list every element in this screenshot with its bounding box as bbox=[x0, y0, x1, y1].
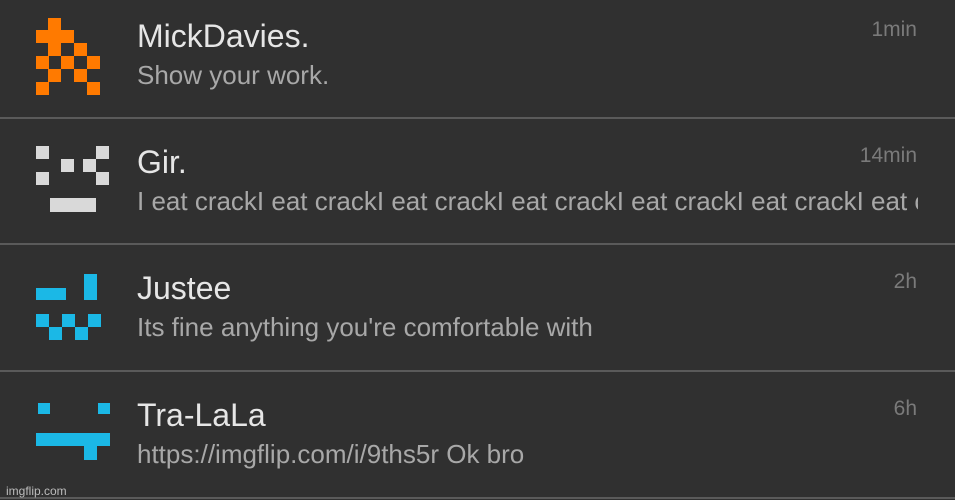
divider bbox=[0, 117, 955, 119]
timestamp: 14min bbox=[859, 144, 917, 167]
notification-item[interactable]: MickDavies. Show your work. 1min bbox=[0, 0, 955, 119]
timestamp: 6h bbox=[893, 397, 917, 420]
message-preview: https://imgflip.com/i/9ths5r Ok bro bbox=[137, 439, 525, 469]
divider bbox=[0, 497, 955, 499]
sender-name: Tra-LaLa bbox=[137, 397, 266, 433]
message-preview: Show your work. bbox=[137, 60, 330, 90]
divider bbox=[0, 243, 955, 245]
timestamp: 2h bbox=[893, 270, 917, 293]
message-preview: I eat crackI eat crackI eat crackI eat c… bbox=[137, 186, 918, 216]
blue-pixel-face-icon bbox=[36, 274, 112, 354]
notification-item[interactable]: Gir. I eat crackI eat crackI eat crackI … bbox=[0, 120, 955, 245]
notification-item[interactable]: Justee Its fine anything you're comforta… bbox=[0, 246, 955, 371]
timestamp: 1min bbox=[871, 18, 917, 41]
sender-name: Justee bbox=[137, 270, 232, 306]
divider bbox=[0, 370, 955, 372]
sender-name: Gir. bbox=[137, 144, 187, 180]
notification-item[interactable]: Tra-LaLa https://imgflip.com/i/9ths5r Ok… bbox=[0, 373, 955, 498]
orange-pixel-face-icon bbox=[36, 18, 112, 98]
blue-pixel-face-icon bbox=[36, 403, 112, 483]
sender-name: MickDavies. bbox=[137, 18, 310, 54]
gray-pixel-face-icon bbox=[36, 146, 112, 226]
notification-list: MickDavies. Show your work. 1min Gir. I … bbox=[0, 0, 955, 500]
message-preview: Its fine anything you're comfortable wit… bbox=[137, 312, 593, 342]
watermark: imgflip.com bbox=[6, 484, 67, 498]
